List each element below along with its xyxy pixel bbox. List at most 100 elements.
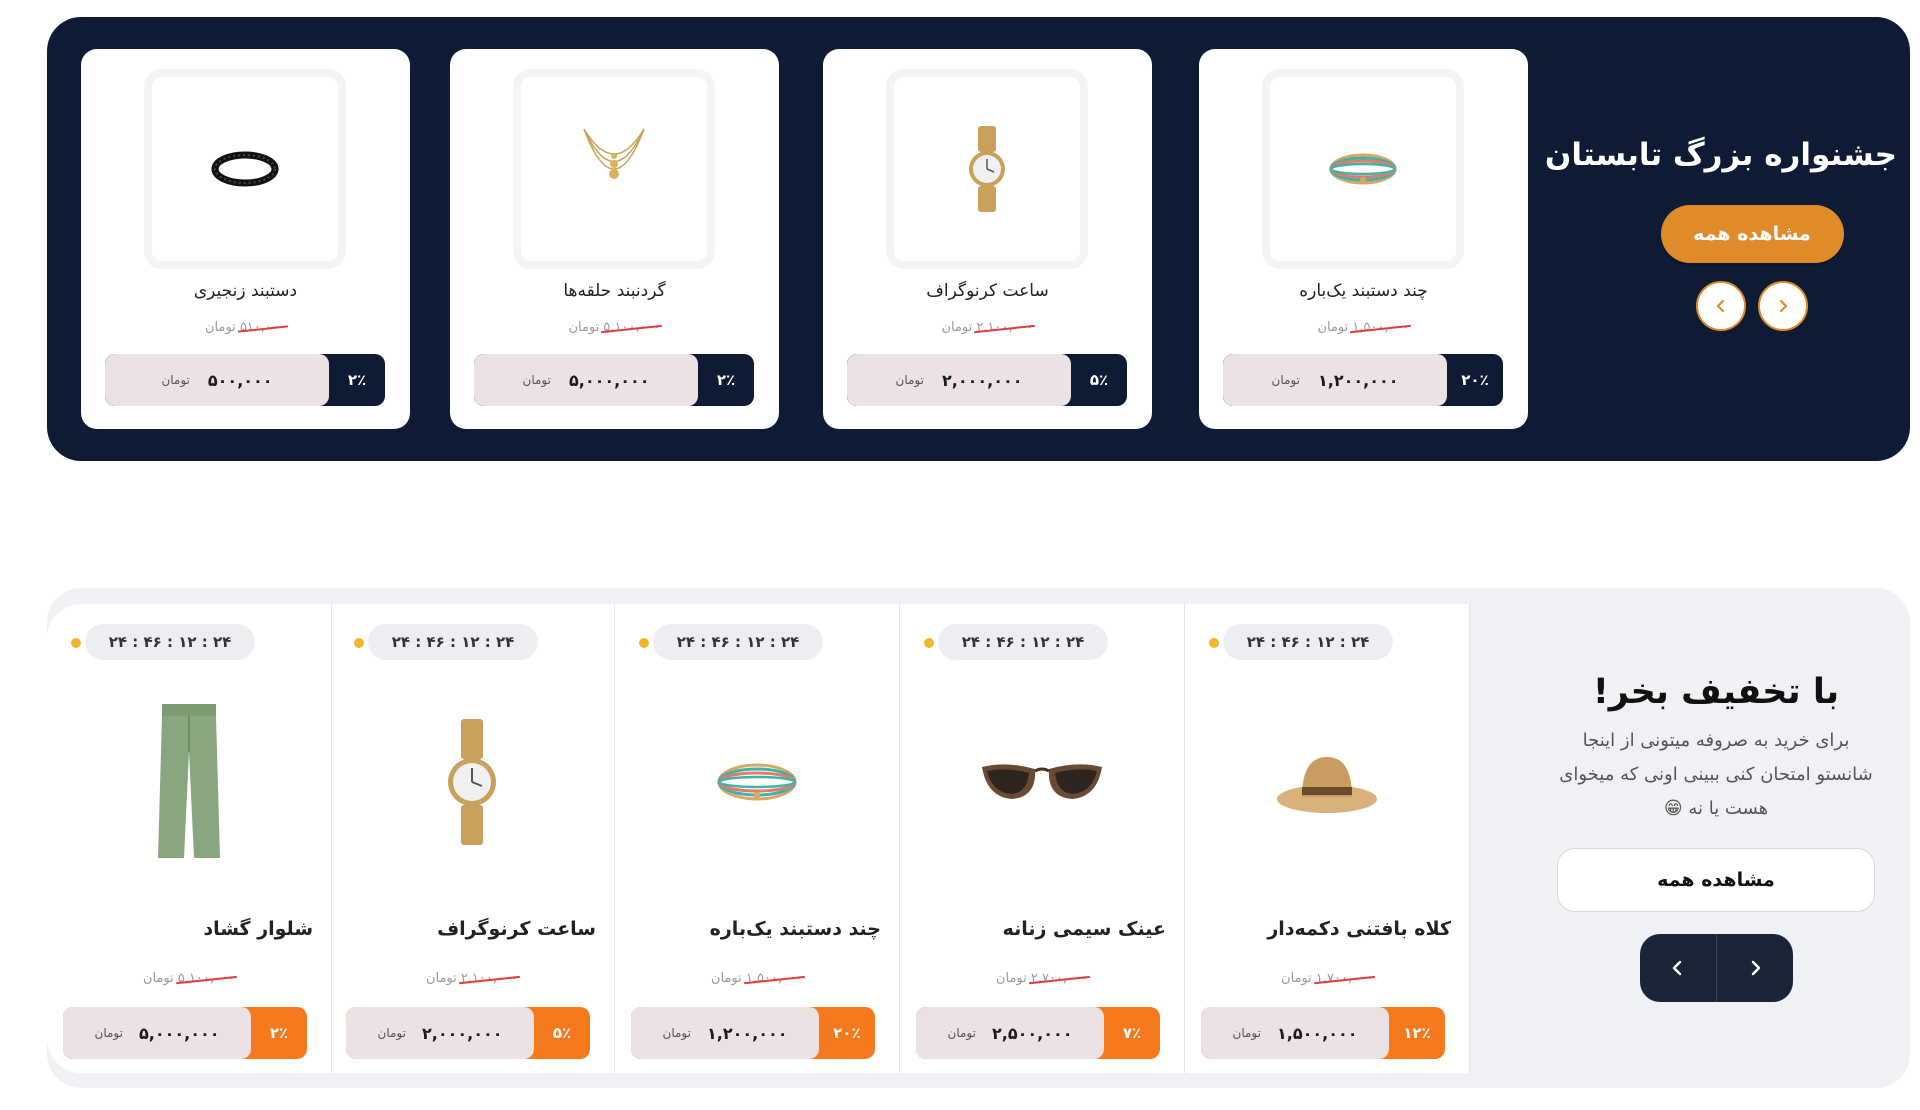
old-price: ۱,۵۰۰,۰۰۰ تومان	[710, 971, 804, 986]
chevron-right-icon	[1779, 299, 1788, 313]
summer-festival-banner: جشنواره بزرگ تابستان مشاهده همه چند دستب…	[47, 17, 1910, 461]
timer-dot	[639, 638, 649, 648]
gold-watch-icon	[969, 126, 1005, 212]
discount-section: با تخفیف بخر! برای خرید به صروفه میتونی …	[47, 588, 1910, 1088]
old-price: ۵۱۰,۰۰۰ تومان	[205, 320, 286, 335]
countdown-timer: ۲۴ : ۴۶ : ۱۲ : ۲۴	[1223, 624, 1393, 660]
discount-view-all-button[interactable]: مشاهده همه	[1557, 848, 1875, 912]
old-price: ۱,۷۰۰,۰۰۰ تومان	[1280, 971, 1374, 986]
product-image	[615, 692, 899, 872]
price-pill: ۱,۲۰۰,۰۰۰ تومان	[631, 1007, 819, 1059]
price-bar: ۲,۰۰۰,۰۰۰ تومان ۵٪	[847, 354, 1127, 406]
product-image	[144, 69, 346, 269]
festival-prev-button[interactable]	[1696, 281, 1746, 331]
old-price: ۲,۷۰۰,۰۰۰ تومان	[995, 971, 1089, 986]
countdown-timer: ۲۴ : ۴۶ : ۱۲ : ۲۴	[368, 624, 538, 660]
product-name: شلوار گشاد	[203, 918, 313, 940]
price: ۱,۵۰۰,۰۰۰	[1276, 1023, 1358, 1043]
price-bar: ۵,۰۰۰,۰۰۰ تومان ۲٪	[474, 354, 754, 406]
festival-product-card[interactable]: چند دستبند یک‌باره ۱,۵۰۰,۰۰۰ تومان ۱,۲۰۰…	[1199, 49, 1528, 429]
countdown-timer: ۲۴ : ۴۶ : ۱۲ : ۲۴	[653, 624, 823, 660]
discount-badge: ۲۰٪	[1461, 371, 1489, 389]
price: ۵,۰۰۰,۰۰۰	[568, 370, 650, 390]
countdown-timer: ۲۴ : ۴۶ : ۱۲ : ۲۴	[938, 624, 1108, 660]
price: ۲,۰۰۰,۰۰۰	[941, 370, 1023, 390]
product-image	[1185, 692, 1469, 872]
product-image	[886, 69, 1088, 269]
price-pill: ۲,۰۰۰,۰۰۰ تومان	[847, 354, 1071, 406]
product-name: چند دستبند یک‌باره	[709, 918, 881, 940]
price-pill: ۵,۰۰۰,۰۰۰ تومان	[474, 354, 698, 406]
discount-product-card[interactable]: ۲۴ : ۴۶ : ۱۲ : ۲۴ چند دستبند یک‌باره ۱,۵…	[615, 604, 900, 1073]
black-bracelet-icon	[211, 151, 279, 187]
currency: تومان	[522, 373, 551, 387]
festival-carousel-nav	[1607, 281, 1897, 331]
discount-prev-button[interactable]	[1640, 934, 1716, 1002]
price-pill: ۵۰۰,۰۰۰ تومان	[105, 354, 329, 406]
discount-badge: ۷٪	[1122, 1024, 1142, 1042]
price-bar: ۵,۰۰۰,۰۰۰ تومان ۲٪	[63, 1007, 307, 1059]
festival-title: جشنواره بزرگ تابستان	[1544, 137, 1897, 173]
product-image	[330, 692, 614, 872]
timer-dot	[1209, 638, 1219, 648]
old-price: ۱,۵۰۰,۰۰۰ تومان	[1317, 320, 1410, 335]
price: ۵۰۰,۰۰۰	[207, 370, 273, 390]
price-bar: ۱,۲۰۰,۰۰۰ تومان ۲۰٪	[1223, 354, 1503, 406]
currency: تومان	[161, 373, 190, 387]
chevron-right-icon	[1751, 960, 1760, 976]
discount-badge: ۵٪	[1089, 371, 1109, 389]
discount-product-card[interactable]: ۲۴ : ۴۶ : ۱۲ : ۲۴ عینک سیمی زنانه ۲,۷۰۰,…	[900, 604, 1185, 1073]
bead-bracelet-icon	[717, 763, 797, 801]
discount-badge: ۲٪	[716, 371, 736, 389]
timer-dot	[924, 638, 934, 648]
old-price: ۵,۱۰۰,۰۰۰ تومان	[142, 971, 236, 986]
discount-next-button[interactable]	[1715, 934, 1793, 1002]
timer-dot	[71, 638, 81, 648]
discount-product-card[interactable]: ۲۴ : ۴۶ : ۱۲ : ۲۴ کلاه بافتنی دکمه‌دار ۱…	[1185, 604, 1470, 1073]
product-image	[513, 69, 715, 269]
discount-description: برای خرید به صروفه میتونی از اینجا شانست…	[1559, 730, 1873, 819]
festival-product-card[interactable]: ساعت کرنوگراف ۲,۱۰۰,۰۰۰ تومان ۲,۰۰۰,۰۰۰ …	[823, 49, 1152, 429]
price: ۱,۲۰۰,۰۰۰	[706, 1023, 788, 1043]
price: ۲,۰۰۰,۰۰۰	[421, 1023, 503, 1043]
product-name: ساعت کرنوگراف	[926, 281, 1049, 301]
chevron-left-icon	[1716, 299, 1725, 313]
price: ۵,۰۰۰,۰۰۰	[138, 1023, 220, 1043]
price: ۱,۲۰۰,۰۰۰	[1317, 370, 1399, 390]
necklace-icon	[583, 128, 645, 179]
discount-promo: با تخفیف بخر! برای خرید به صروفه میتونی …	[1522, 672, 1910, 1002]
discount-product-card[interactable]: ۲۴ : ۴۶ : ۱۲ : ۲۴ شلوار گشاد ۵,۱۰۰,۰۰۰ ت…	[47, 604, 332, 1073]
currency: تومان	[377, 1026, 406, 1040]
product-image	[900, 692, 1184, 872]
discount-badge: ۱۲٪	[1403, 1024, 1431, 1042]
old-price: ۵,۱۰۰,۰۰۰ تومان	[568, 320, 661, 335]
festival-product-card[interactable]: دستبند زنجیری ۵۱۰,۰۰۰ تومان ۵۰۰,۰۰۰ توما…	[81, 49, 410, 429]
discount-title: با تخفیف بخر!	[1592, 672, 1840, 712]
price-bar: ۱,۲۰۰,۰۰۰ تومان ۲۰٪	[631, 1007, 875, 1059]
countdown-timer: ۲۴ : ۴۶ : ۱۲ : ۲۴	[85, 624, 255, 660]
festival-header: جشنواره بزرگ تابستان مشاهده همه	[1544, 137, 1897, 331]
old-price: ۲,۱۰۰,۰۰۰ تومان	[941, 320, 1034, 335]
discount-carousel-nav	[1639, 934, 1793, 1002]
festival-product-card[interactable]: گردنبند حلقه‌ها ۵,۱۰۰,۰۰۰ تومان ۵,۰۰۰,۰۰…	[450, 49, 779, 429]
price: ۲,۵۰۰,۰۰۰	[991, 1023, 1073, 1043]
product-name: دستبند زنجیری	[193, 281, 298, 301]
price-pill: ۵,۰۰۰,۰۰۰ تومان	[63, 1007, 251, 1059]
currency: تومان	[947, 1026, 976, 1040]
currency: تومان	[1232, 1026, 1261, 1040]
discount-badge: ۲۰٪	[833, 1024, 861, 1042]
price-bar: ۱,۵۰۰,۰۰۰ تومان ۱۲٪	[1201, 1007, 1445, 1059]
discount-badge: ۲٪	[347, 371, 367, 389]
festival-view-all-button[interactable]: مشاهده همه	[1660, 205, 1844, 263]
discount-badge: ۲٪	[269, 1024, 289, 1042]
discount-badge: ۵٪	[552, 1024, 572, 1042]
price-pill: ۱,۵۰۰,۰۰۰ تومان	[1201, 1007, 1389, 1059]
chevron-left-icon	[1672, 960, 1681, 976]
discount-product-card[interactable]: ۲۴ : ۴۶ : ۱۲ : ۲۴ ساعت کرنوگراف ۲,۱۰۰,۰۰…	[330, 604, 615, 1073]
price-bar: ۲,۰۰۰,۰۰۰ تومان ۵٪	[346, 1007, 590, 1059]
festival-next-button[interactable]	[1758, 281, 1808, 331]
timer-dot	[354, 638, 364, 648]
gold-watch-icon	[448, 719, 496, 845]
currency: تومان	[94, 1026, 123, 1040]
product-name: چند دستبند یک‌باره	[1299, 281, 1428, 301]
